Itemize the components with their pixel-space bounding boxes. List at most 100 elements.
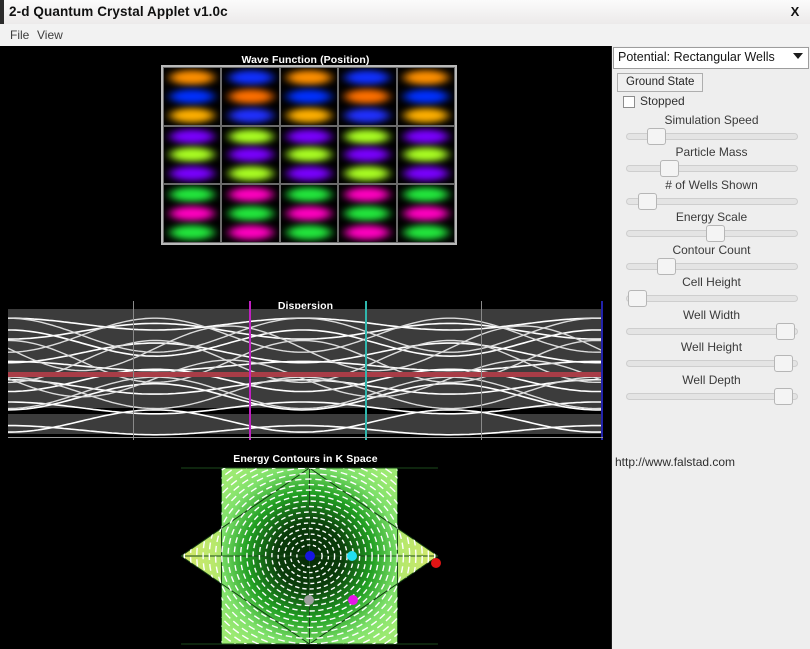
k-point-magenta[interactable] (348, 595, 358, 605)
menu-item-view[interactable]: View (33, 27, 67, 43)
dispersion-bands-svg (8, 317, 603, 436)
window-title: 2-d Quantum Crystal Applet v1.0c (9, 4, 228, 19)
slider-thumb[interactable] (705, 225, 725, 242)
wave-function-blob (341, 223, 394, 241)
dispersion-marker-line[interactable] (601, 301, 604, 440)
wave-function-blob (283, 106, 335, 124)
slider-thumb[interactable] (659, 160, 679, 177)
wave-function-blob (224, 127, 277, 145)
k-point-gray[interactable] (304, 595, 314, 605)
potential-dropdown-label: Potential: Rectangular Wells (618, 50, 775, 64)
wave-function-blob (399, 223, 452, 241)
dispersion-plot[interactable] (8, 301, 604, 440)
wave-function-blob (166, 87, 219, 105)
simulation-canvas-area: Wave Function (Position) Dispersion Ener… (0, 46, 611, 649)
wave-function-cell (221, 184, 280, 243)
slider-label-simulation-speed: Simulation Speed (664, 113, 759, 127)
slider-well-height[interactable] (626, 360, 798, 367)
slider-label-contour-count: Contour Count (672, 243, 751, 257)
slider-thumb[interactable] (638, 193, 658, 210)
wave-function-blob (166, 223, 219, 241)
slider-thumb[interactable] (775, 323, 795, 340)
stopped-checkbox[interactable] (623, 96, 635, 108)
dispersion-marker-line[interactable] (365, 301, 367, 440)
wave-function-blob (341, 69, 394, 87)
wave-function-blob (399, 146, 452, 164)
wave-function-blob (341, 186, 394, 204)
wave-function-blob (283, 87, 335, 105)
wave-function-cell (221, 67, 280, 126)
slider-thumb[interactable] (774, 355, 794, 372)
wave-function-panel[interactable]: Wave Function (Position) (0, 46, 611, 250)
wave-function-cell (279, 67, 339, 126)
dispersion-band-line (8, 325, 603, 372)
wave-function-blob (166, 146, 219, 164)
ground-state-button[interactable]: Ground State (617, 73, 704, 92)
wave-function-cell (396, 67, 455, 126)
wave-function-cell (396, 184, 455, 243)
dispersion-marker-line[interactable] (249, 301, 251, 440)
slider-thumb[interactable] (627, 290, 647, 307)
slider-thumb[interactable] (656, 258, 676, 275)
slider-thumb[interactable] (774, 388, 794, 405)
wave-function-blob (283, 146, 335, 164)
energy-contours-panel[interactable]: Energy Contours in K Space (0, 448, 611, 649)
slider-label-cell-height: Cell Height (682, 275, 741, 289)
wave-function-blob (341, 146, 394, 164)
wave-function-blob (399, 106, 452, 124)
wave-function-blob (283, 69, 335, 87)
close-icon[interactable]: X (784, 2, 806, 22)
wave-function-blob (224, 205, 277, 223)
k-point-blue[interactable] (305, 551, 315, 561)
wave-function-blob (224, 186, 277, 204)
wave-function-blob (166, 106, 219, 124)
wave-function-blob (341, 165, 394, 183)
wave-function-blob (166, 186, 219, 204)
wave-function-blob (341, 127, 394, 145)
dispersion-marker-line[interactable] (132, 301, 134, 440)
wave-function-cell (221, 125, 280, 185)
k-point-cyan[interactable] (347, 551, 357, 561)
wave-function-blob (224, 223, 277, 241)
dispersion-axis (8, 437, 603, 438)
wave-function-cell (338, 184, 397, 243)
wave-function-blob (283, 223, 335, 241)
credits-url: http://www.falstad.com (615, 455, 736, 469)
menu-item-file[interactable]: File (6, 27, 33, 43)
slider-particle-mass[interactable] (626, 165, 798, 172)
title-bar-accent (0, 0, 4, 24)
dispersion-band-line (8, 409, 603, 433)
control-panel: Potential: Rectangular Wells Ground Stat… (611, 46, 810, 649)
dispersion-marker-line[interactable] (481, 301, 482, 440)
k-point-red[interactable] (431, 558, 441, 568)
slider-label-energy-scale: Energy Scale (675, 210, 748, 224)
slider-well-width[interactable] (626, 328, 798, 335)
wave-function-blob (224, 106, 277, 124)
wave-function-blob (283, 127, 335, 145)
wave-function-cell (279, 125, 339, 185)
slider-well-depth[interactable] (626, 393, 798, 400)
wave-function-blob (166, 69, 219, 87)
slider-contour-count[interactable] (626, 263, 798, 270)
slider-thumb[interactable] (647, 128, 667, 145)
wave-function-blob (341, 87, 394, 105)
wave-function-blob (224, 87, 277, 105)
energy-contours-svg[interactable] (0, 466, 611, 646)
wave-function-blob (399, 127, 452, 145)
slider-label-of-wells-shown: # of Wells Shown (665, 178, 758, 192)
wave-function-blob (224, 165, 277, 183)
potential-dropdown[interactable]: Potential: Rectangular Wells (613, 47, 809, 69)
energy-contours-title: Energy Contours in K Space (233, 453, 378, 465)
wave-function-blob (166, 165, 219, 183)
dispersion-band-line (8, 424, 603, 436)
menu-bar: File View (0, 24, 810, 47)
wave-function-cell (163, 184, 222, 243)
title-bar: 2-d Quantum Crystal Applet v1.0c X (0, 0, 810, 25)
wave-function-blob (166, 127, 219, 145)
dispersion-panel[interactable]: Dispersion (0, 250, 611, 448)
wave-function-cell (279, 184, 339, 243)
wave-function-blob (341, 106, 394, 124)
slider-cell-height[interactable] (626, 295, 798, 302)
wave-function-cell (338, 67, 397, 126)
wave-function-cell (163, 125, 222, 185)
